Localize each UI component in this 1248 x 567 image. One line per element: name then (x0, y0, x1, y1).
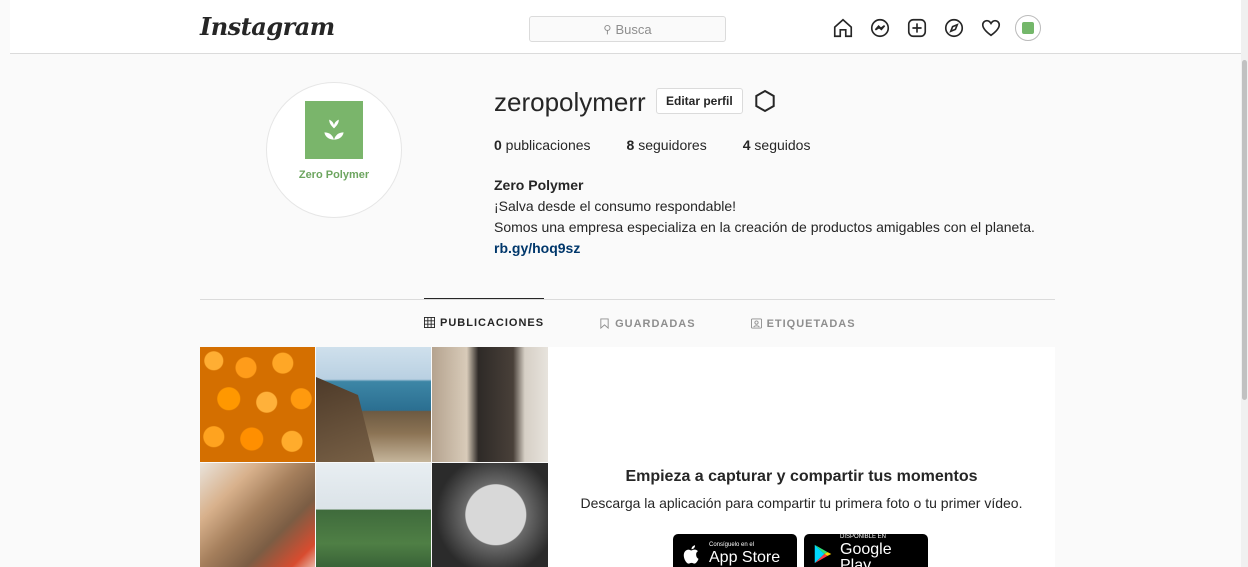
search-icon: ⚲ (603, 23, 612, 36)
googleplay-small-text: DISPONIBLE EN (840, 534, 887, 540)
google-play-button[interactable]: DISPONIBLE EN Google Play (804, 534, 928, 567)
sample-photo-grid (200, 347, 548, 567)
following-stat[interactable]: 4 seguidos (743, 137, 811, 153)
photo-dog (200, 463, 315, 567)
posts-stat: 0 publicaciones (494, 137, 591, 153)
photo-baby (432, 463, 548, 567)
home-icon[interactable] (830, 15, 856, 41)
profile-link[interactable]: rb.gy/hoq9sz (494, 238, 1035, 259)
top-navbar: Instagram ⚲ Busca (10, 0, 1241, 54)
tagged-icon (750, 318, 762, 329)
tab-guardadas[interactable]: GUARDADAS (599, 299, 696, 347)
tab-publicaciones[interactable]: PUBLICACIONES (424, 298, 545, 346)
search-input[interactable]: ⚲ Busca (529, 16, 726, 42)
photo-coast (316, 347, 431, 462)
empty-state-panel: Empieza a capturar y compartir tus momen… (548, 347, 1055, 567)
messenger-icon[interactable] (867, 15, 893, 41)
followers-stat[interactable]: 8 seguidores (627, 137, 707, 153)
photo-oranges (200, 347, 315, 462)
new-post-icon[interactable] (904, 15, 930, 41)
empty-state-subtitle: Descarga la aplicación para compartir tu… (580, 495, 1023, 511)
grid-icon (424, 317, 435, 328)
photo-cactus (316, 463, 431, 567)
apple-icon (683, 545, 699, 564)
nav-icons (830, 15, 1052, 41)
app-store-button[interactable]: Consíguelo en el App Store (673, 534, 797, 567)
bookmark-icon (600, 318, 609, 329)
profile-username: zeropolymerr (494, 87, 646, 117)
leaf-logo-icon (305, 101, 363, 159)
edit-profile-button[interactable]: Editar perfil (656, 88, 743, 114)
tab-etiquetadas[interactable]: ETIQUETADAS (750, 299, 856, 347)
empty-state-title: Empieza a capturar y compartir tus momen… (625, 468, 978, 485)
profile-picture[interactable]: Zero Polymer (266, 82, 402, 218)
profile-full-name: Zero Polymer (494, 177, 584, 193)
profile-tabs: PUBLICACIONES GUARDADAS ETIQUETADAS (424, 298, 911, 347)
bio-line-2: Somos una empresa especializa en la crea… (494, 219, 1035, 235)
search-placeholder: Busca (615, 21, 652, 37)
instagram-logo[interactable]: Instagram (200, 12, 335, 41)
settings-gear-icon[interactable] (753, 89, 777, 113)
avatar-brand-text: Zero Polymer (298, 169, 370, 181)
photo-photobooth (432, 347, 548, 462)
profile-bio: Zero Polymer ¡Salva desde el consumo res… (494, 175, 1035, 259)
appstore-small-text: Consíguelo en el (709, 542, 755, 548)
google-play-icon (814, 544, 832, 564)
page-scrollbar[interactable] (1241, 0, 1248, 567)
profile-stats: 0 publicaciones 8 seguidores 4 seguidos (494, 137, 846, 153)
activity-heart-icon[interactable] (978, 15, 1004, 41)
googleplay-big-text: Google Play (840, 541, 892, 567)
profile-avatar[interactable] (1015, 15, 1041, 41)
appstore-big-text: App Store (709, 549, 781, 566)
explore-icon[interactable] (941, 15, 967, 41)
app-badges: Consíguelo en el App Store DISPONIBLE EN… (673, 534, 935, 567)
bio-line-1: ¡Salva desde el consumo respondable! (494, 198, 737, 214)
avatar-small (1015, 15, 1041, 41)
